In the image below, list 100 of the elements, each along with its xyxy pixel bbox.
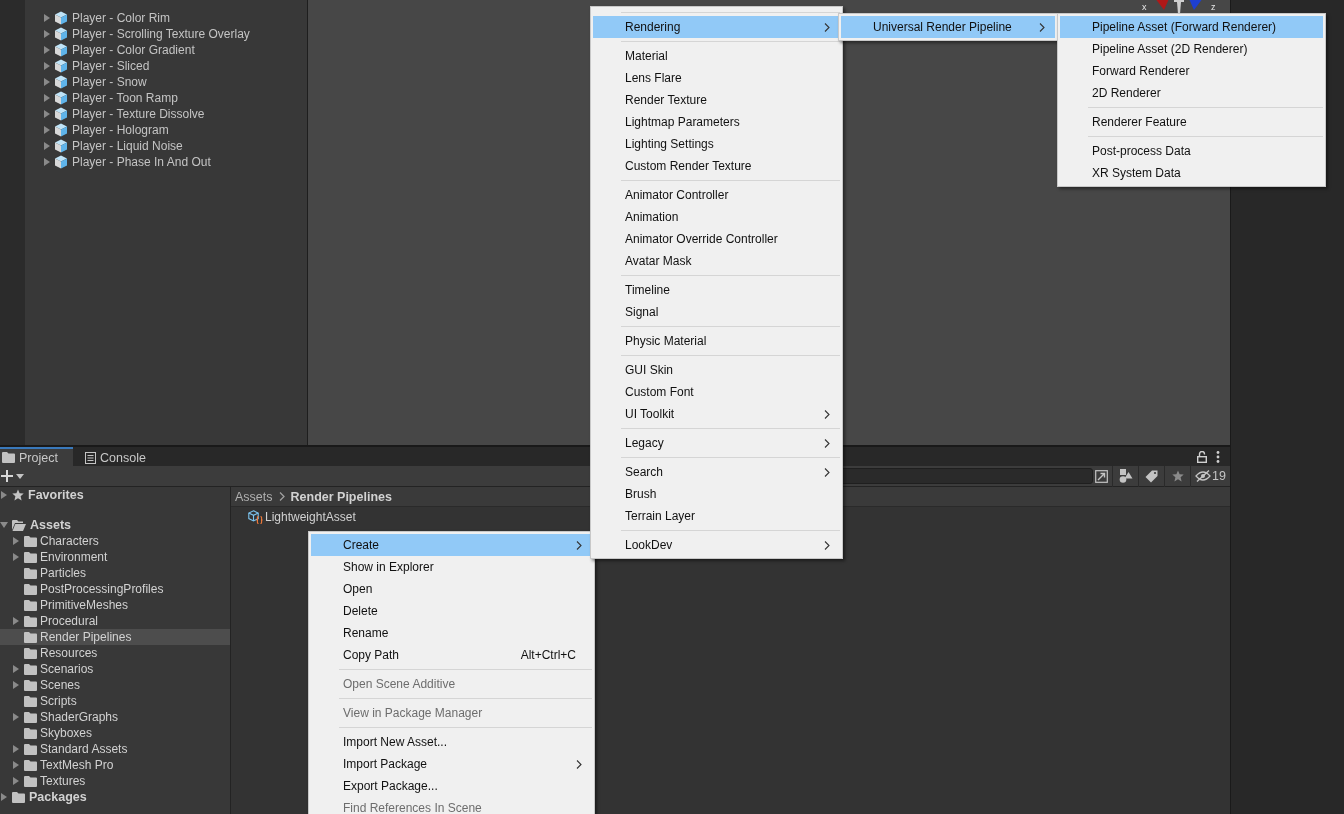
star-icon bbox=[12, 489, 24, 501]
shapes-icon bbox=[1118, 469, 1133, 483]
tag-icon bbox=[1145, 469, 1159, 483]
tree-item[interactable]: Scenes bbox=[40, 678, 81, 692]
menu-item[interactable]: Animation bbox=[593, 206, 840, 228]
menu-item[interactable]: Physic Material bbox=[593, 330, 840, 352]
tree-item[interactable]: Scripts bbox=[40, 694, 77, 708]
tree-item[interactable]: Textures bbox=[40, 774, 86, 788]
tree-item[interactable]: ShaderGraphs bbox=[40, 710, 119, 724]
menu-item[interactable]: Post-process Data bbox=[1060, 140, 1323, 162]
menu-item[interactable]: Import New Asset... bbox=[311, 731, 592, 753]
breadcrumb-item[interactable]: Assets bbox=[235, 489, 273, 504]
hierarchy-item[interactable]: Player - Sliced bbox=[72, 59, 150, 73]
menu-item[interactable]: Pipeline Asset (Forward Renderer) bbox=[1060, 16, 1323, 38]
menu-item[interactable]: Timeline bbox=[593, 279, 840, 301]
menu-item[interactable]: Lens Flare bbox=[593, 67, 840, 89]
menu-item[interactable]: Rename bbox=[311, 622, 592, 644]
folder-icon bbox=[24, 663, 37, 675]
menu-item[interactable]: Show in Explorer bbox=[311, 556, 592, 578]
prefab-cube-icon bbox=[54, 139, 68, 153]
hierarchy-item[interactable]: Player - Color Gradient bbox=[72, 43, 195, 57]
menu-item[interactable]: Copy Path Alt+Ctrl+C bbox=[311, 644, 592, 666]
folder-icon bbox=[24, 679, 37, 691]
folder-icon bbox=[24, 615, 37, 627]
menu-item[interactable]: Delete bbox=[311, 600, 592, 622]
prefab-cube-icon bbox=[54, 75, 68, 89]
menu-item[interactable]: Create bbox=[311, 534, 592, 556]
hierarchy-item[interactable]: Player - Color Rim bbox=[72, 11, 170, 25]
chevron-icon bbox=[278, 492, 285, 501]
tree-item[interactable]: Packages bbox=[29, 790, 87, 804]
menu-item[interactable]: XR System Data bbox=[1060, 162, 1323, 184]
menu-item[interactable]: Universal Render Pipeline bbox=[841, 16, 1055, 38]
menu-item[interactable]: Open bbox=[311, 578, 592, 600]
menu-item[interactable]: Animator Override Controller bbox=[593, 228, 840, 250]
menu-item[interactable]: Custom Font bbox=[593, 381, 840, 403]
tree-item[interactable]: Scenarios bbox=[40, 662, 94, 676]
hierarchy-item[interactable]: Player - Hologram bbox=[72, 123, 169, 137]
search-expand-icon[interactable] bbox=[1095, 469, 1109, 483]
prefab-cube-icon bbox=[54, 59, 68, 73]
tree-item[interactable]: Favorites bbox=[28, 488, 84, 502]
menu-item[interactable]: Lighting Settings bbox=[593, 133, 840, 155]
menu-item[interactable]: Signal bbox=[593, 301, 840, 323]
hierarchy-item[interactable]: Player - Snow bbox=[72, 75, 147, 89]
menu-item[interactable]: Export Package... bbox=[311, 775, 592, 797]
tree-item[interactable]: PostProcessingProfiles bbox=[40, 582, 164, 596]
menu-item[interactable]: Lightmap Parameters bbox=[593, 111, 840, 133]
folder-icon bbox=[24, 775, 37, 787]
tree-item[interactable]: Particles bbox=[40, 566, 86, 580]
caret-icon bbox=[16, 473, 24, 479]
menu-item[interactable]: Brush bbox=[593, 483, 840, 505]
menu-item[interactable]: Rendering bbox=[593, 16, 840, 38]
menu-item[interactable]: Import Package bbox=[311, 753, 592, 775]
asset-item[interactable]: LightweightAsset bbox=[265, 510, 356, 524]
more-options-icon bbox=[1216, 450, 1220, 463]
folder-icon bbox=[24, 695, 37, 707]
menu-item[interactable]: Renderer Feature bbox=[1060, 111, 1323, 133]
folder-icon bbox=[2, 452, 15, 463]
folder-icon bbox=[12, 791, 25, 803]
lock-icon bbox=[1197, 450, 1207, 463]
hierarchy-item[interactable]: Player - Phase In And Out bbox=[72, 155, 211, 169]
hierarchy-item[interactable]: Player - Toon Ramp bbox=[72, 91, 178, 105]
hierarchy-item[interactable]: Player - Liquid Noise bbox=[72, 139, 183, 153]
tree-item[interactable]: Skyboxes bbox=[40, 726, 93, 740]
star-icon bbox=[1171, 470, 1184, 482]
menu-item[interactable]: Search bbox=[593, 461, 840, 483]
hierarchy-item[interactable]: Player - Texture Dissolve bbox=[72, 107, 205, 121]
prefab-cube-icon bbox=[54, 107, 68, 121]
tree-item[interactable]: Resources bbox=[40, 646, 98, 660]
pipeline-asset-icon bbox=[248, 510, 263, 524]
prefab-cube-icon bbox=[54, 123, 68, 137]
panel-tab[interactable]: Console bbox=[73, 447, 158, 466]
tree-item[interactable]: Characters bbox=[40, 534, 99, 548]
tree-item[interactable]: Standard Assets bbox=[40, 742, 128, 756]
menu-item[interactable]: GUI Skin bbox=[593, 359, 840, 381]
menu-item[interactable]: Animator Controller bbox=[593, 184, 840, 206]
menu-item[interactable]: Legacy bbox=[593, 432, 840, 454]
tree-item[interactable]: TextMesh Pro bbox=[40, 758, 114, 772]
menu-item[interactable]: Avatar Mask bbox=[593, 250, 840, 272]
console-icon bbox=[85, 451, 96, 464]
folder-icon bbox=[24, 727, 37, 739]
menu-item[interactable]: Material bbox=[593, 45, 840, 67]
folder-icon bbox=[24, 599, 37, 611]
folder-icon bbox=[24, 567, 37, 579]
tree-item[interactable]: PrimitiveMeshes bbox=[40, 598, 129, 612]
tree-item[interactable]: Procedural bbox=[40, 614, 99, 628]
breadcrumb-item[interactable]: Render Pipelines bbox=[290, 489, 392, 504]
menu-item[interactable]: Custom Render Texture bbox=[593, 155, 840, 177]
menu-item[interactable]: 2D Renderer bbox=[1060, 82, 1323, 104]
menu-item[interactable]: LookDev bbox=[593, 534, 840, 556]
menu-item[interactable]: Pipeline Asset (2D Renderer) bbox=[1060, 38, 1323, 60]
tree-item[interactable]: Assets bbox=[30, 518, 71, 532]
menu-item[interactable]: Terrain Layer bbox=[593, 505, 840, 527]
menu-item[interactable]: Render Texture bbox=[593, 89, 840, 111]
tree-item[interactable]: Environment bbox=[40, 550, 108, 564]
panel-tab[interactable]: Project bbox=[0, 447, 73, 466]
menu-item[interactable]: UI Toolkit bbox=[593, 403, 840, 425]
prefab-cube-icon bbox=[54, 91, 68, 105]
menu-item[interactable]: Forward Renderer bbox=[1060, 60, 1323, 82]
hierarchy-item[interactable]: Player - Scrolling Texture Overlay bbox=[72, 27, 250, 41]
prefab-cube-icon bbox=[54, 155, 68, 169]
